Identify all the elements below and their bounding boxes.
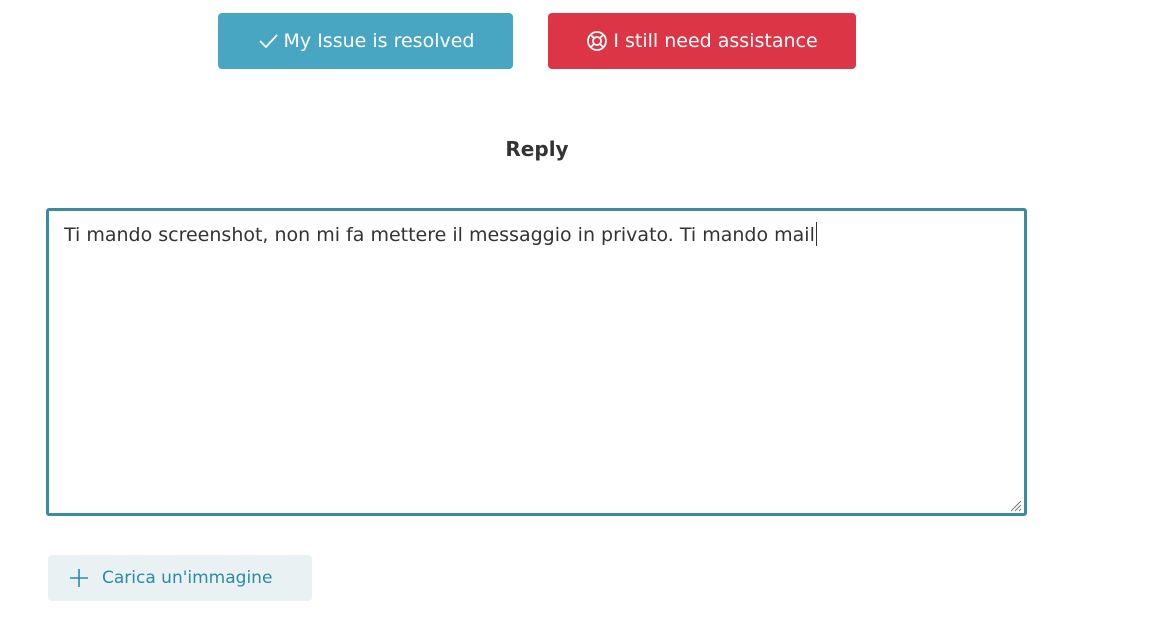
reply-text-value: Ti mando screenshot, non mi fa mettere i… [64,224,815,246]
issue-resolved-button[interactable]: My Issue is resolved [218,13,513,69]
lifebuoy-icon [586,30,608,52]
issue-resolved-label: My Issue is resolved [283,30,475,52]
need-assistance-button[interactable]: I still need assistance [548,13,856,69]
upload-image-label: Carica un'immagine [102,568,273,588]
text-caret [815,222,817,246]
reply-textarea[interactable]: Ti mando screenshot, non mi fa mettere i… [46,208,1027,516]
resize-grip-icon[interactable] [1008,497,1022,512]
reply-heading: Reply [505,137,569,161]
checkmark-icon [257,30,279,52]
reply-text-content: Ti mando screenshot, non mi fa mettere i… [64,222,817,246]
upload-image-button[interactable]: Carica un'immagine [48,555,312,601]
plus-icon [68,567,90,589]
need-assistance-label: I still need assistance [613,30,818,52]
